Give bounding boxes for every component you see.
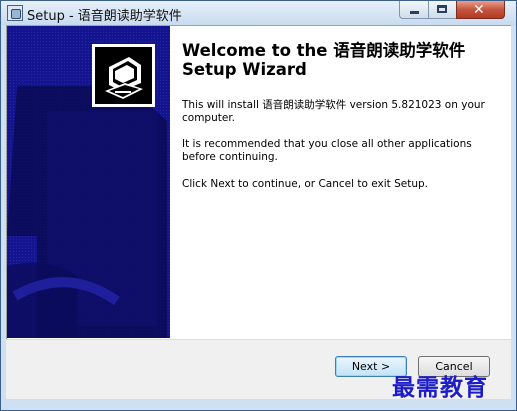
wizard-side-image [7, 26, 170, 338]
installer-computer-icon [95, 47, 152, 104]
window-title: Setup - 语音朗读助学软件 [27, 9, 182, 24]
close-button[interactable]: ✕ [456, 1, 505, 19]
maximize-icon [437, 5, 447, 13]
close-icon: ✕ [473, 2, 485, 18]
wizard-content: Welcome to the 语音朗读助学软件 Setup Wizard Thi… [6, 25, 511, 339]
setup-window: Setup - 语音朗读助学软件 ✕ Welcome to the 语音朗读助学… [0, 0, 517, 411]
setup-app-icon [7, 5, 23, 21]
title-bar[interactable]: Setup - 语音朗读助学软件 ✕ [1, 1, 516, 25]
minimize-button[interactable] [399, 1, 428, 19]
installer-logo [92, 44, 155, 107]
site-watermark: 最需教育 [392, 374, 488, 401]
close-apps-recommendation: It is recommended that you close all oth… [182, 138, 472, 163]
minimize-icon [410, 11, 419, 14]
install-description: This will install 语音朗读助学软件 version 5.821… [182, 99, 485, 124]
continue-instruction: Click Next to continue, or Cancel to exi… [182, 178, 428, 190]
welcome-heading: Welcome to the 语音朗读助学软件 Setup Wizard [182, 41, 466, 79]
welcome-pane: Welcome to the 语音朗读助学软件 Setup Wizard Thi… [170, 26, 510, 338]
maximize-button[interactable] [428, 1, 456, 19]
